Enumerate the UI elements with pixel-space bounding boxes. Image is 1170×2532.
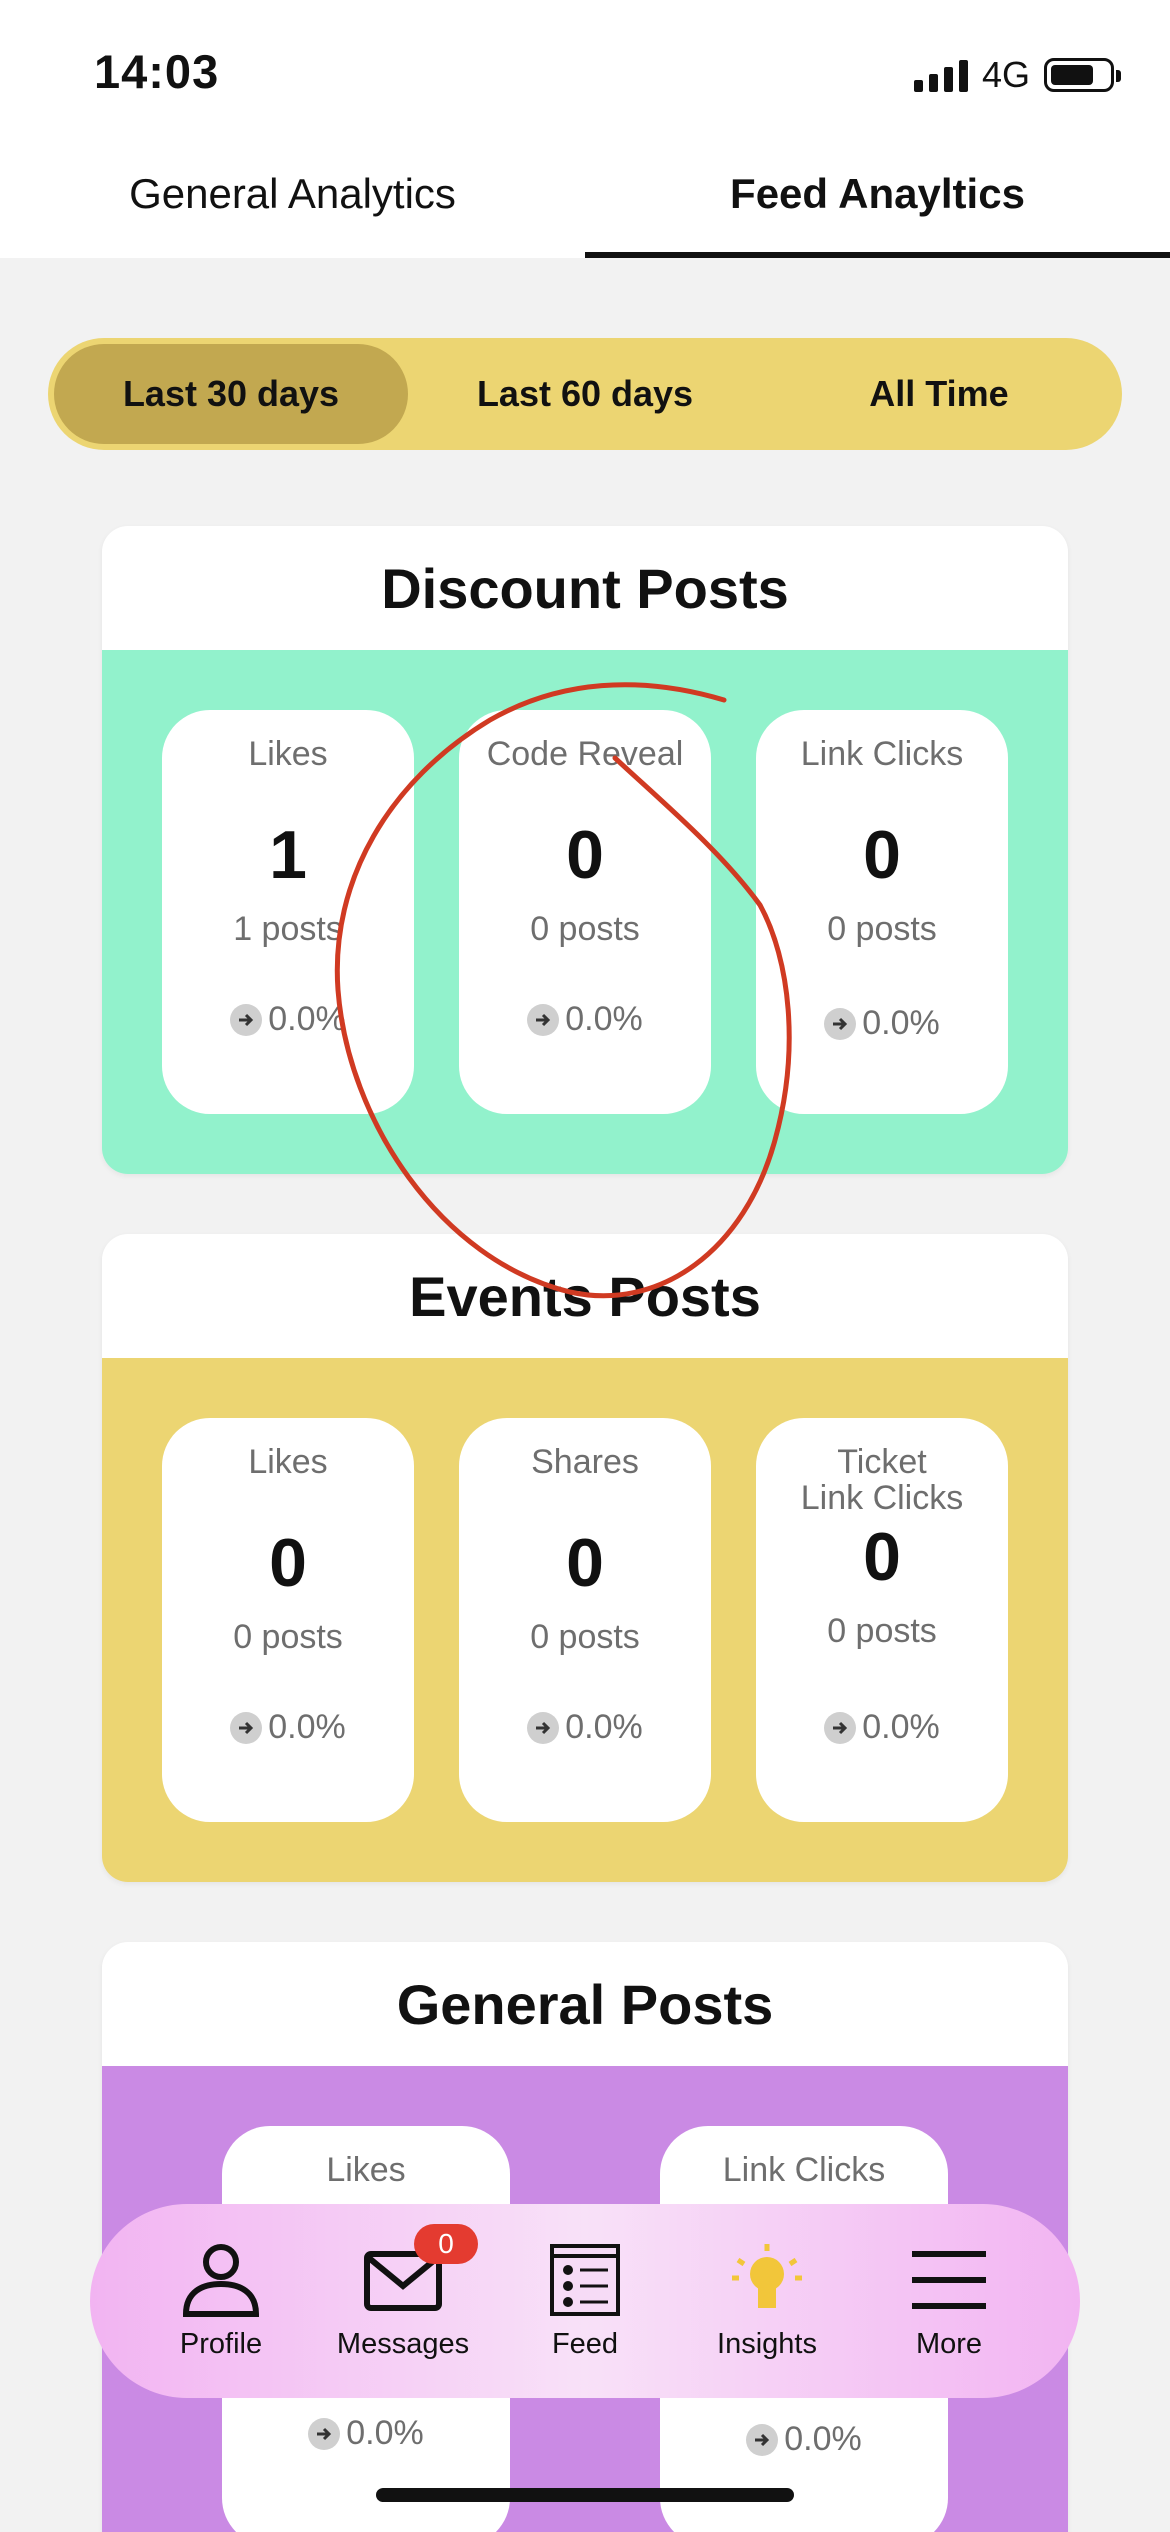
range-last-30-days[interactable]: Last 30 days (54, 344, 408, 444)
stat-likes: Likes 1 1 posts 0.0% (162, 710, 414, 1114)
lightbulb-icon (732, 2243, 802, 2308)
home-indicator[interactable] (376, 2488, 794, 2502)
status-time: 14:03 (94, 45, 220, 98)
nav-profile[interactable]: Profile (136, 2242, 306, 2361)
network-type: 4G (981, 54, 1030, 95)
stat-posts: 0 posts (827, 910, 937, 948)
stat-ticket-link-clicks: Ticket Link Clicks 0 0 posts 0.0% (756, 1418, 1008, 1822)
stat-shares: Shares 0 0 posts 0.0% (459, 1418, 711, 1822)
stat-label: Likes (326, 2151, 406, 2189)
arrow-right-icon (230, 1003, 263, 1036)
stat-value: 0 (269, 1525, 307, 1601)
stat-change-value: 0.0% (565, 1708, 643, 1746)
arrow-right-icon (527, 1003, 560, 1036)
stat-change-value: 0.0% (268, 1708, 346, 1746)
stat-label: Ticket Link Clicks (756, 1444, 1008, 1516)
tab-feed-analytics[interactable]: Feed Anayltics (585, 130, 1170, 258)
arrow-right-icon (230, 1711, 263, 1744)
stat-posts: 0 posts (827, 1612, 937, 1650)
stat-label: Likes (248, 735, 328, 773)
nav-messages[interactable]: 0 Messages (318, 2223, 488, 2361)
stat-label: Likes (248, 1443, 328, 1481)
stat-link-clicks: Link Clicks 0 0 posts 0.0% (756, 710, 1008, 1114)
tab-general-analytics[interactable]: General Analytics (0, 130, 585, 258)
stat-change: 0.0% (459, 1708, 711, 1747)
discount-posts-card: Discount Posts Likes 1 1 posts 0.0% Code… (102, 526, 1068, 1174)
feed-icon (550, 2243, 620, 2316)
stat-change: 0.0% (756, 1708, 1008, 1747)
time-range-selector: Last 30 days Last 60 days All Time (48, 338, 1122, 450)
stat-value: 0 (863, 817, 901, 893)
stat-change-value: 0.0% (565, 1000, 643, 1038)
stat-change: 0.0% (756, 1004, 1008, 1043)
nav-insights[interactable]: Insights (682, 2242, 852, 2361)
arrow-right-icon (824, 1007, 857, 1040)
arrow-right-icon (527, 1711, 560, 1744)
range-last-60-days[interactable]: Last 60 days (408, 344, 762, 444)
stat-change: 0.0% (660, 2420, 948, 2459)
nav-label: More (915, 2327, 983, 2360)
analytics-tabs: General Analytics Feed Anayltics (0, 130, 1170, 258)
stat-value: 0 (566, 1525, 604, 1601)
menu-icon (912, 2250, 986, 2309)
events-posts-stats: Likes 0 0 posts 0.0% Shares 0 0 posts 0.… (102, 1358, 1068, 1882)
stat-label: Link Clicks (722, 2151, 886, 2189)
events-posts-title: Events Posts (102, 1234, 1068, 1358)
stat-change: 0.0% (162, 1708, 414, 1747)
stat-change-value: 0.0% (862, 1004, 940, 1042)
stat-label-line1: Ticket (837, 1443, 927, 1481)
discount-posts-stats: Likes 1 1 posts 0.0% Code Reveal 0 0 pos… (102, 650, 1068, 1174)
stat-change-value: 0.0% (862, 1708, 940, 1746)
nav-label: Feed (551, 2327, 619, 2360)
signal-icon (913, 58, 968, 92)
nav-label: Messages (336, 2327, 470, 2360)
stat-label-line2: Link Clicks (800, 1479, 964, 1517)
stat-change-value: 0.0% (784, 2420, 862, 2458)
stat-change: 0.0% (459, 1000, 711, 1039)
arrow-right-icon (308, 2417, 341, 2450)
bottom-nav: Profile 0 Messages Feed Insights More (90, 2204, 1080, 2398)
stat-posts: 0 posts (233, 1618, 343, 1656)
stat-label: Link Clicks (800, 735, 964, 773)
nav-label: Profile (179, 2327, 263, 2360)
status-indicators: 4G (913, 54, 1121, 96)
stat-value: 0 (566, 817, 604, 893)
stat-posts: 0 posts (530, 910, 640, 948)
person-icon (182, 2243, 260, 2317)
unread-badge: 0 (414, 2223, 478, 2264)
battery-icon (1044, 58, 1121, 92)
stat-posts: 1 posts (233, 910, 343, 948)
events-posts-card: Events Posts Likes 0 0 posts 0.0% Shares… (102, 1234, 1068, 1882)
stat-label: Code Reveal (486, 735, 684, 773)
stat-label: Shares (531, 1443, 639, 1481)
stat-value: 1 (269, 817, 307, 893)
stat-code-reveal: Code Reveal 0 0 posts 0.0% (459, 710, 711, 1114)
range-all-time[interactable]: All Time (762, 344, 1116, 444)
stat-likes: Likes 0 0 posts 0.0% (162, 1418, 414, 1822)
stat-change: 0.0% (162, 1000, 414, 1039)
discount-posts-title: Discount Posts (102, 526, 1068, 650)
nav-label: Insights (717, 2327, 817, 2360)
stat-posts: 0 posts (530, 1618, 640, 1656)
arrow-right-icon (746, 2423, 779, 2456)
stat-change-value: 0.0% (268, 1000, 346, 1038)
general-posts-title: General Posts (102, 1942, 1068, 2066)
stat-change: 0.0% (222, 2414, 510, 2453)
nav-feed[interactable]: Feed (500, 2242, 670, 2361)
stat-change-value: 0.0% (346, 2414, 424, 2452)
stat-value: 0 (863, 1519, 901, 1595)
arrow-right-icon (824, 1711, 857, 1744)
nav-more[interactable]: More (864, 2242, 1034, 2361)
status-bar: 14:03 4G (0, 0, 1170, 140)
